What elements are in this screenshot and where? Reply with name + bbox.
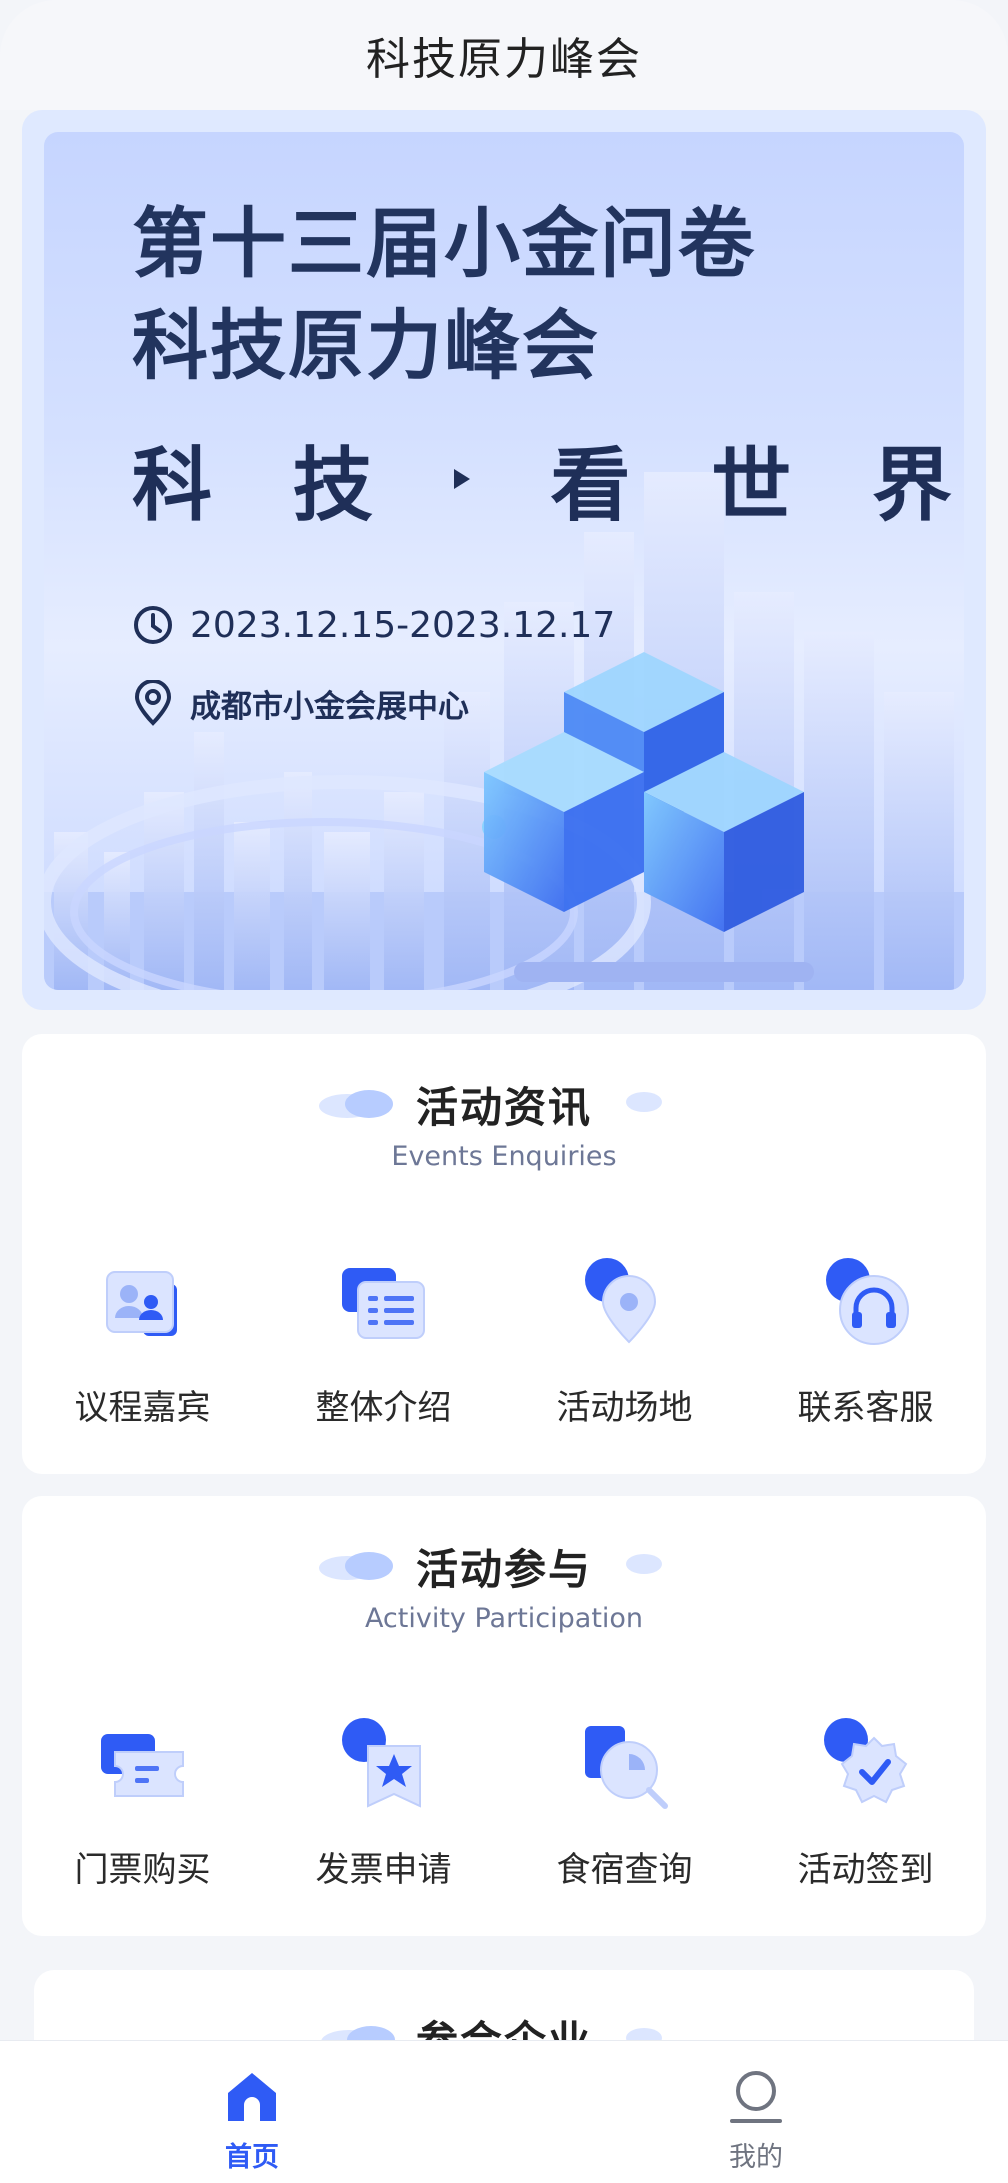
- slogan-char: 世: [711, 439, 792, 532]
- user-icon: [730, 2071, 782, 2123]
- banner-title-line1: 第十三届小金问卷: [132, 199, 756, 288]
- banner-title-line2: 科技原力峰会: [132, 301, 600, 390]
- grid-item-label: 联系客服: [797, 1388, 934, 1428]
- ticket-icon: [100, 1734, 184, 1797]
- slogan-char: 界: [871, 439, 952, 532]
- intro-icon: [341, 1268, 425, 1339]
- grid-item-agenda[interactable]: 议程嘉宾: [22, 1254, 263, 1429]
- grid-item-label: 活动签到: [797, 1850, 934, 1890]
- nav-home[interactable]: 首页: [0, 2041, 504, 2183]
- grid-item-label: 整体介绍: [315, 1388, 452, 1428]
- participation-section-header: 活动参与 Activity Participation: [22, 1536, 986, 1634]
- section-subtitle: Activity Participation: [364, 1603, 644, 1634]
- grid-item-invoice[interactable]: 发票申请: [263, 1716, 504, 1891]
- event-date-row: 2023.12.15-2023.12.17: [132, 604, 615, 646]
- grid-item-service[interactable]: 联系客服: [745, 1254, 986, 1429]
- nav-me[interactable]: 我的: [504, 2041, 1008, 2183]
- app-header: 科技原力峰会: [0, 0, 1008, 110]
- banner-slogan: 科 技 看 世 界: [132, 434, 952, 532]
- location-pin-icon: [134, 680, 172, 726]
- search-icon: [584, 1726, 668, 1809]
- grid-item-label: 议程嘉宾: [74, 1388, 211, 1428]
- participation-card: 活动参与 Activity Participation 门票购买 发票申请 食宿…: [22, 1496, 986, 1936]
- events-grid: 议程嘉宾 整体介绍 活动场地 联系客服: [22, 1254, 986, 1429]
- check-badge-icon: [823, 1718, 907, 1804]
- grid-item-label: 活动场地: [556, 1388, 693, 1428]
- grid-item-ticket[interactable]: 门票购买: [22, 1716, 263, 1891]
- clock-icon: [134, 606, 172, 644]
- bottom-nav: 首页 我的: [0, 2040, 1008, 2183]
- grid-item-checkin[interactable]: 活动签到: [745, 1716, 986, 1891]
- events-section-header: 活动资讯 Events Enquiries: [22, 1074, 986, 1172]
- event-venue: 成都市小金会展中心: [190, 688, 469, 725]
- section-title: 活动资讯: [415, 1083, 592, 1132]
- event-venue-row: 成都市小金会展中心: [132, 680, 469, 726]
- slogan-char: 科: [132, 439, 212, 532]
- nav-me-label: 我的: [729, 2142, 783, 2173]
- guest-icon: [105, 1271, 177, 1336]
- grid-item-lodging[interactable]: 食宿查询: [504, 1716, 745, 1891]
- section-subtitle: Events Enquiries: [391, 1141, 617, 1172]
- grid-item-venue[interactable]: 活动场地: [504, 1254, 745, 1429]
- grid-item-label: 门票购买: [74, 1850, 211, 1890]
- slogan-char: 技: [292, 439, 373, 532]
- hero-banner-frame: 第十三届小金问卷 科技原力峰会 科 技 看 世 界 2023.12.15-202…: [22, 110, 986, 1010]
- grid-item-label: 发票申请: [315, 1850, 452, 1890]
- location-icon: [584, 1258, 656, 1344]
- grid-item-intro[interactable]: 整体介绍: [263, 1254, 504, 1429]
- event-date: 2023.12.15-2023.12.17: [190, 604, 616, 646]
- slogan-char: 看: [550, 439, 631, 532]
- grid-item-label: 食宿查询: [556, 1850, 693, 1890]
- invoice-icon: [341, 1718, 421, 1808]
- events-card: 活动资讯 Events Enquiries 议程嘉宾 整体介绍 活动场地 联系客…: [22, 1034, 986, 1474]
- app-title: 科技原力峰会: [366, 34, 642, 85]
- hero-banner[interactable]: 第十三届小金问卷 科技原力峰会 科 技 看 世 界 2023.12.15-202…: [44, 132, 964, 990]
- headset-icon: [825, 1258, 909, 1345]
- section-title: 活动参与: [415, 1545, 592, 1594]
- nav-home-label: 首页: [225, 2142, 279, 2173]
- home-icon: [228, 2073, 276, 2121]
- participation-grid: 门票购买 发票申请 食宿查询 活动签到: [22, 1716, 986, 1891]
- slogan-separator-icon: [453, 469, 470, 489]
